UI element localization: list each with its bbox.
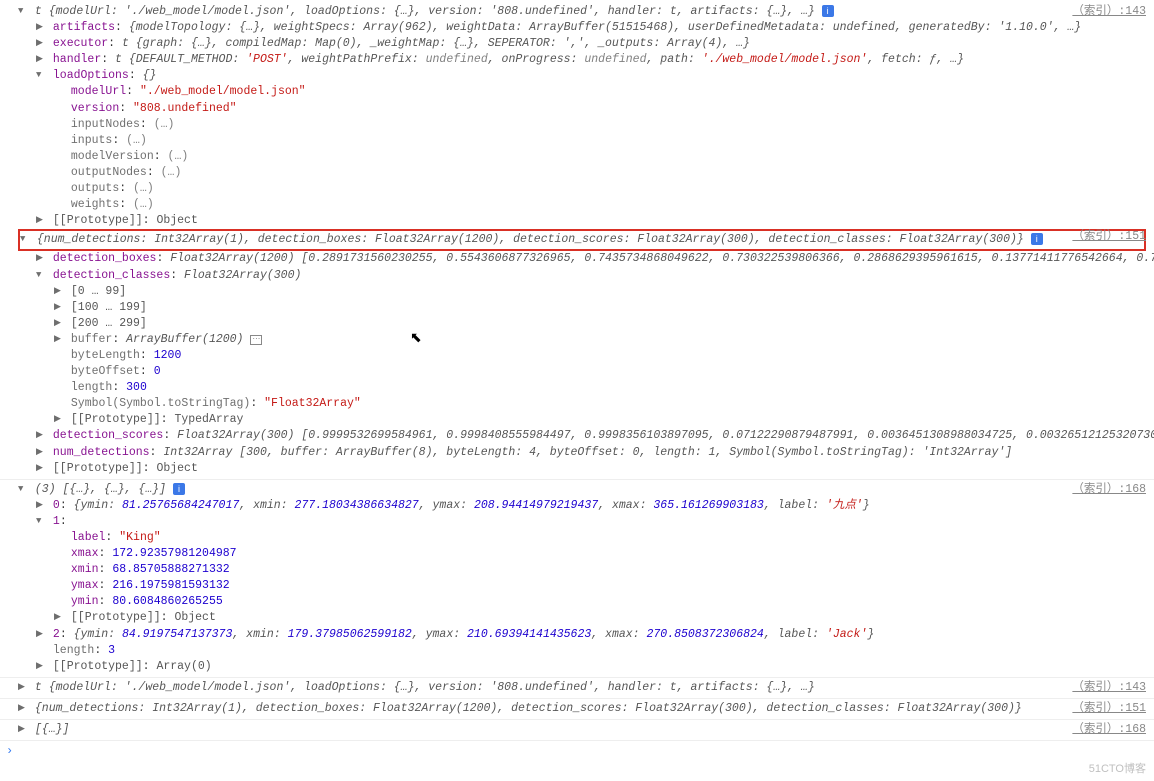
prop-value: {}	[143, 69, 157, 82]
chevron-right-icon[interactable]	[36, 429, 46, 442]
chevron-right-icon[interactable]	[36, 446, 46, 459]
prop-key: executor	[53, 37, 108, 50]
chevron-right-icon[interactable]	[36, 21, 46, 34]
chevron-right-icon[interactable]	[18, 681, 28, 694]
chevron-down-icon[interactable]	[18, 483, 28, 496]
object-summary: {modelUrl: './web_model/model.json', loa…	[49, 5, 815, 18]
prop-ymax: ymax: 216.1975981593132	[0, 578, 1154, 594]
chevron-down-icon[interactable]	[36, 269, 46, 282]
prop-modelversion[interactable]: modelVersion: (…)	[0, 149, 1154, 165]
chevron-down-icon[interactable]	[18, 5, 28, 18]
prop-executor[interactable]: executor: t {graph: {…}, compiledMap: Ma…	[0, 36, 1154, 52]
chevron-right-icon[interactable]	[36, 214, 46, 227]
prop-length: length: 300	[0, 380, 1154, 396]
prop-ymin: ymin: 80.6084860265255	[0, 594, 1154, 610]
array-1-collapsed[interactable]: [{…}] （索引）:168	[0, 722, 1154, 738]
chevron-right-icon[interactable]	[18, 702, 28, 715]
prop-outputs[interactable]: outputs: (…)	[0, 181, 1154, 197]
chevron-right-icon[interactable]	[54, 333, 64, 346]
object-t-collapsed[interactable]: t {modelUrl: './web_model/model.json', l…	[0, 680, 1154, 696]
prop-value: t {DEFAULT_METHOD:	[115, 53, 246, 66]
memory-icon[interactable]: ⋯	[250, 335, 262, 345]
array-range-0-99[interactable]: [0 … 99]	[0, 284, 1154, 300]
prop-prototype[interactable]: [[Prototype]]: Object	[0, 461, 1154, 477]
prop-key: loadOptions	[53, 69, 129, 82]
chevron-right-icon[interactable]	[36, 660, 46, 673]
prop-prototype[interactable]: [[Prototype]]: Object	[0, 213, 1154, 229]
object-detections-collapsed[interactable]: {num_detections: Int32Array(1), detectio…	[0, 701, 1154, 717]
array-range-200-299[interactable]: [200 … 299]	[0, 316, 1154, 332]
array-item-1[interactable]: 1:	[0, 514, 1154, 530]
watermark: 51CTO博客	[1089, 762, 1146, 777]
prop-prototype-array[interactable]: [[Prototype]]: Array(0)	[0, 659, 1154, 675]
prop-prototype[interactable]: [[Prototype]]: Object	[0, 610, 1154, 626]
prop-modelurl: modelUrl: "./web_model/model.json"	[0, 84, 1154, 100]
prop-label: label: "King"	[0, 530, 1154, 546]
chevron-right-icon[interactable]	[54, 413, 64, 426]
prop-xmin: xmin: 68.85705888271332	[0, 562, 1154, 578]
chevron-down-icon[interactable]	[20, 233, 30, 246]
source-link[interactable]: （索引）:143	[1072, 4, 1146, 20]
chevron-right-icon[interactable]	[36, 499, 46, 512]
chevron-right-icon[interactable]	[54, 611, 64, 624]
prop-loadoptions[interactable]: loadOptions: {}	[0, 68, 1154, 84]
prop-symbol-tostringtag: Symbol(Symbol.toStringTag): "Float32Arra…	[0, 396, 1154, 412]
prop-detection-classes[interactable]: detection_classes: Float32Array(300)	[0, 268, 1154, 284]
prop-value: "./web_model/model.json"	[140, 85, 306, 98]
array-3-expanded[interactable]: (3) [{…}, {…}, {…}] i （索引）:168	[0, 482, 1154, 498]
prop-byteoffset: byteOffset: 0	[0, 364, 1154, 380]
array-range-100-199[interactable]: [100 … 199]	[0, 300, 1154, 316]
prop-buffer[interactable]: buffer: ArrayBuffer(1200) ⋯	[0, 332, 1154, 348]
console-prompt[interactable]: ›	[0, 743, 1154, 760]
source-link[interactable]: （索引）:168	[1072, 482, 1146, 498]
info-icon[interactable]: i	[822, 5, 834, 17]
source-link[interactable]: （索引）:143	[1072, 680, 1146, 696]
prop-num-detections[interactable]: num_detections: Int32Array [300, buffer:…	[0, 445, 1154, 461]
prop-xmax: xmax: 172.92357981204987	[0, 546, 1154, 562]
prop-key: handler	[53, 53, 101, 66]
prop-version: version: "808.undefined"	[0, 101, 1154, 117]
highlight-box: {num_detections: Int32Array(1), detectio…	[18, 229, 1146, 251]
array-item-0[interactable]: 0: {ymin: 81.25765684247017, xmin: 277.1…	[0, 498, 1154, 514]
prop-length: length: 3	[0, 643, 1154, 659]
prop-weights[interactable]: weights: (…)	[0, 197, 1154, 213]
chevron-right-icon[interactable]	[36, 462, 46, 475]
chevron-down-icon[interactable]	[36, 515, 46, 528]
chevron-right-icon[interactable]	[54, 317, 64, 330]
object-detections-expanded[interactable]: {num_detections: Int32Array(1), detectio…	[20, 232, 1144, 248]
prop-value: t {graph: {…}, compiledMap: Map(0), _wei…	[122, 37, 750, 50]
source-link[interactable]: （索引）:151	[1072, 701, 1146, 717]
chevron-right-icon[interactable]	[36, 53, 46, 66]
prop-prototype-typedarray[interactable]: [[Prototype]]: TypedArray	[0, 412, 1154, 428]
prop-value: {modelTopology: {…}, weightSpecs: Array(…	[129, 21, 1081, 34]
chevron-right-icon[interactable]	[36, 252, 46, 265]
prop-inputs[interactable]: inputs: (…)	[0, 133, 1154, 149]
object-summary: {num_detections: Int32Array(1), detectio…	[37, 233, 1024, 246]
prop-key: artifacts	[53, 21, 115, 34]
chevron-right-icon[interactable]	[54, 301, 64, 314]
info-icon[interactable]: i	[1031, 233, 1043, 245]
prop-outputnodes[interactable]: outputNodes: (…)	[0, 165, 1154, 181]
prop-artifacts[interactable]: artifacts: {modelTopology: {…}, weightSp…	[0, 20, 1154, 36]
prop-handler[interactable]: handler: t {DEFAULT_METHOD: 'POST', weig…	[0, 52, 1154, 68]
chevron-right-icon[interactable]	[18, 723, 28, 736]
array-item-2[interactable]: 2: {ymin: 84.9197547137373, xmin: 179.37…	[0, 627, 1154, 643]
source-link[interactable]: （索引）:168	[1072, 722, 1146, 738]
prop-detection-scores[interactable]: detection_scores: Float32Array(300) [0.9…	[0, 428, 1154, 444]
info-icon[interactable]: i	[173, 483, 185, 495]
prop-bytelength: byteLength: 1200	[0, 348, 1154, 364]
chevron-down-icon[interactable]	[36, 69, 46, 82]
object-t-expanded[interactable]: t {modelUrl: './web_model/model.json', l…	[0, 4, 1154, 20]
object-type: t	[35, 5, 49, 18]
chevron-right-icon[interactable]	[36, 628, 46, 641]
prop-detection-boxes[interactable]: detection_boxes: Float32Array(1200) [0.2…	[0, 251, 1154, 267]
prop-inputnodes[interactable]: inputNodes: (…)	[0, 117, 1154, 133]
chevron-right-icon[interactable]	[54, 285, 64, 298]
chevron-right-icon[interactable]	[36, 37, 46, 50]
prop-key: modelUrl	[71, 85, 126, 98]
